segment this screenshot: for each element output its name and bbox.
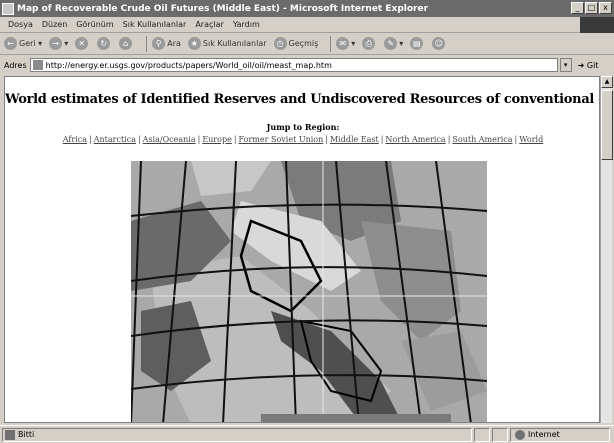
print-button[interactable]: ⎙ (362, 37, 377, 50)
maximize-button[interactable]: □ (585, 2, 598, 14)
menu-help[interactable]: Yardım (233, 20, 260, 29)
browser-window: Map of Recoverable Crude Oil Futures (Mi… (0, 0, 614, 443)
back-arrow-icon: ← (4, 37, 17, 50)
back-dropdown-icon: ▾ (35, 39, 43, 48)
go-label: Git (586, 60, 599, 70)
print-icon: ⎙ (362, 37, 376, 50)
ie-app-icon (2, 2, 14, 15)
menu-file[interactable]: Dosya (8, 20, 33, 29)
status-bar: Bitti Internet (0, 425, 614, 443)
standard-toolbar: ← Geri ▾ → ▾ ✕ ↻ ⌂ ⚲ Ara ★ Sık Kullanıla… (0, 33, 614, 55)
refresh-button[interactable]: ↻ (97, 37, 112, 50)
region-link-antarctica[interactable]: Antarctica (94, 135, 136, 144)
discuss-icon: ▤ (410, 37, 424, 50)
favorites-button[interactable]: ★ Sık Kullanılanlar (187, 37, 267, 50)
link-separator: | (447, 135, 451, 144)
menu-edit[interactable]: Düzen (42, 20, 67, 29)
search-label: Ara (167, 39, 181, 48)
toolbar-separator (330, 35, 332, 52)
region-link-south-america[interactable]: South America (452, 135, 512, 144)
messenger-button[interactable]: ☺ (432, 37, 447, 50)
close-button[interactable]: x (599, 2, 612, 14)
menu-view[interactable]: Görünüm (76, 20, 113, 29)
windows-logo-icon (580, 17, 614, 33)
status-text-panel: Bitti (2, 427, 472, 442)
go-arrow-icon: ➜ (577, 60, 587, 70)
globe-icon (515, 429, 525, 440)
window-controls: _ □ x (571, 2, 612, 14)
security-zone-panel: Internet (510, 427, 610, 442)
search-button[interactable]: ⚲ Ara (152, 37, 181, 50)
refresh-icon: ↻ (97, 37, 111, 50)
search-icon: ⚲ (152, 37, 166, 50)
forward-arrow-icon: → (49, 37, 63, 50)
link-separator: | (380, 135, 384, 144)
forward-dropdown-icon: ▾ (64, 39, 69, 48)
status-text: Bitti (18, 430, 35, 439)
region-links: Africa | Antarctica | Asia/Oceania | Europe | Fo… (5, 135, 599, 144)
done-page-icon (5, 429, 15, 440)
middle-east-oil-map[interactable] (131, 161, 487, 423)
region-link-asia-oceania[interactable]: Asia/Oceania (143, 135, 196, 144)
vertical-scrollbar[interactable]: ▲ (600, 76, 613, 423)
jump-to-region-label: Jump to Region: (266, 122, 340, 132)
region-link-africa[interactable]: Africa (63, 135, 87, 144)
link-separator: | (197, 135, 201, 144)
menu-bar: Dosya Düzen Görünüm Sık Kullanılanlar Ar… (0, 17, 614, 33)
window-title: Map of Recoverable Crude Oil Futures (Mi… (17, 3, 429, 14)
link-separator: | (89, 135, 92, 144)
page-icon (32, 60, 43, 70)
home-button[interactable]: ⌂ (119, 37, 134, 50)
status-panel (474, 427, 490, 442)
region-link-north-america[interactable]: North America (385, 135, 445, 144)
messenger-icon: ☺ (432, 37, 446, 50)
zone-text: Internet (528, 430, 560, 439)
status-panel (492, 427, 508, 442)
address-bar: Adres http://energy.er.usgs.gov/products… (0, 56, 614, 74)
address-label: Adres (4, 60, 27, 70)
toolbar-separator (146, 35, 148, 52)
page-title: World estimates of Identified Reserves a… (5, 92, 600, 107)
title-bar: Map of Recoverable Crude Oil Futures (Mi… (0, 0, 614, 17)
region-link-former-soviet-union[interactable]: Former Soviet Union (239, 135, 324, 144)
scroll-up-button[interactable]: ▲ (601, 76, 613, 88)
forward-button[interactable]: → ▾ (49, 37, 68, 50)
address-input[interactable]: http://energy.er.usgs.gov/products/paper… (29, 58, 558, 72)
edit-icon: ✎ (384, 37, 398, 50)
menu-tools[interactable]: Araçlar (195, 20, 223, 29)
page-content: World estimates of Identified Reserves a… (4, 76, 600, 423)
link-separator: | (233, 135, 237, 144)
link-separator: | (325, 135, 328, 144)
address-url: http://energy.er.usgs.gov/products/paper… (45, 60, 332, 70)
region-link-europe[interactable]: Europe (202, 135, 232, 144)
region-link-world[interactable]: World (519, 135, 543, 144)
back-button[interactable]: ← Geri ▾ (4, 37, 42, 50)
link-separator: | (137, 135, 141, 144)
mail-button[interactable]: ✉ ▾ (336, 37, 355, 50)
menu-favorites[interactable]: Sık Kullanılanlar (123, 20, 187, 29)
favorites-label: Sık Kullanılanlar (202, 39, 267, 48)
edit-button[interactable]: ✎ ▾ (384, 37, 403, 50)
back-label: Geri (19, 39, 36, 48)
favorites-icon: ★ (187, 37, 201, 50)
mail-icon: ✉ (336, 37, 350, 50)
home-icon: ⌂ (119, 37, 133, 50)
history-label: Geçmiş (288, 39, 319, 48)
address-dropdown-button[interactable]: ▾ (559, 58, 572, 72)
region-link-middle-east[interactable]: Middle East (330, 135, 379, 144)
minimize-button[interactable]: _ (571, 2, 584, 14)
history-button[interactable]: ◷ Geçmiş (273, 37, 319, 50)
go-button[interactable]: ➜ Git (578, 61, 599, 70)
discuss-button[interactable]: ▤ (410, 37, 425, 50)
stop-button[interactable]: ✕ (75, 37, 90, 50)
map-legend-strip (261, 414, 451, 422)
stop-icon: ✕ (75, 37, 89, 50)
link-separator: | (514, 135, 518, 144)
scroll-thumb[interactable] (601, 90, 613, 160)
history-icon: ◷ (273, 37, 287, 50)
